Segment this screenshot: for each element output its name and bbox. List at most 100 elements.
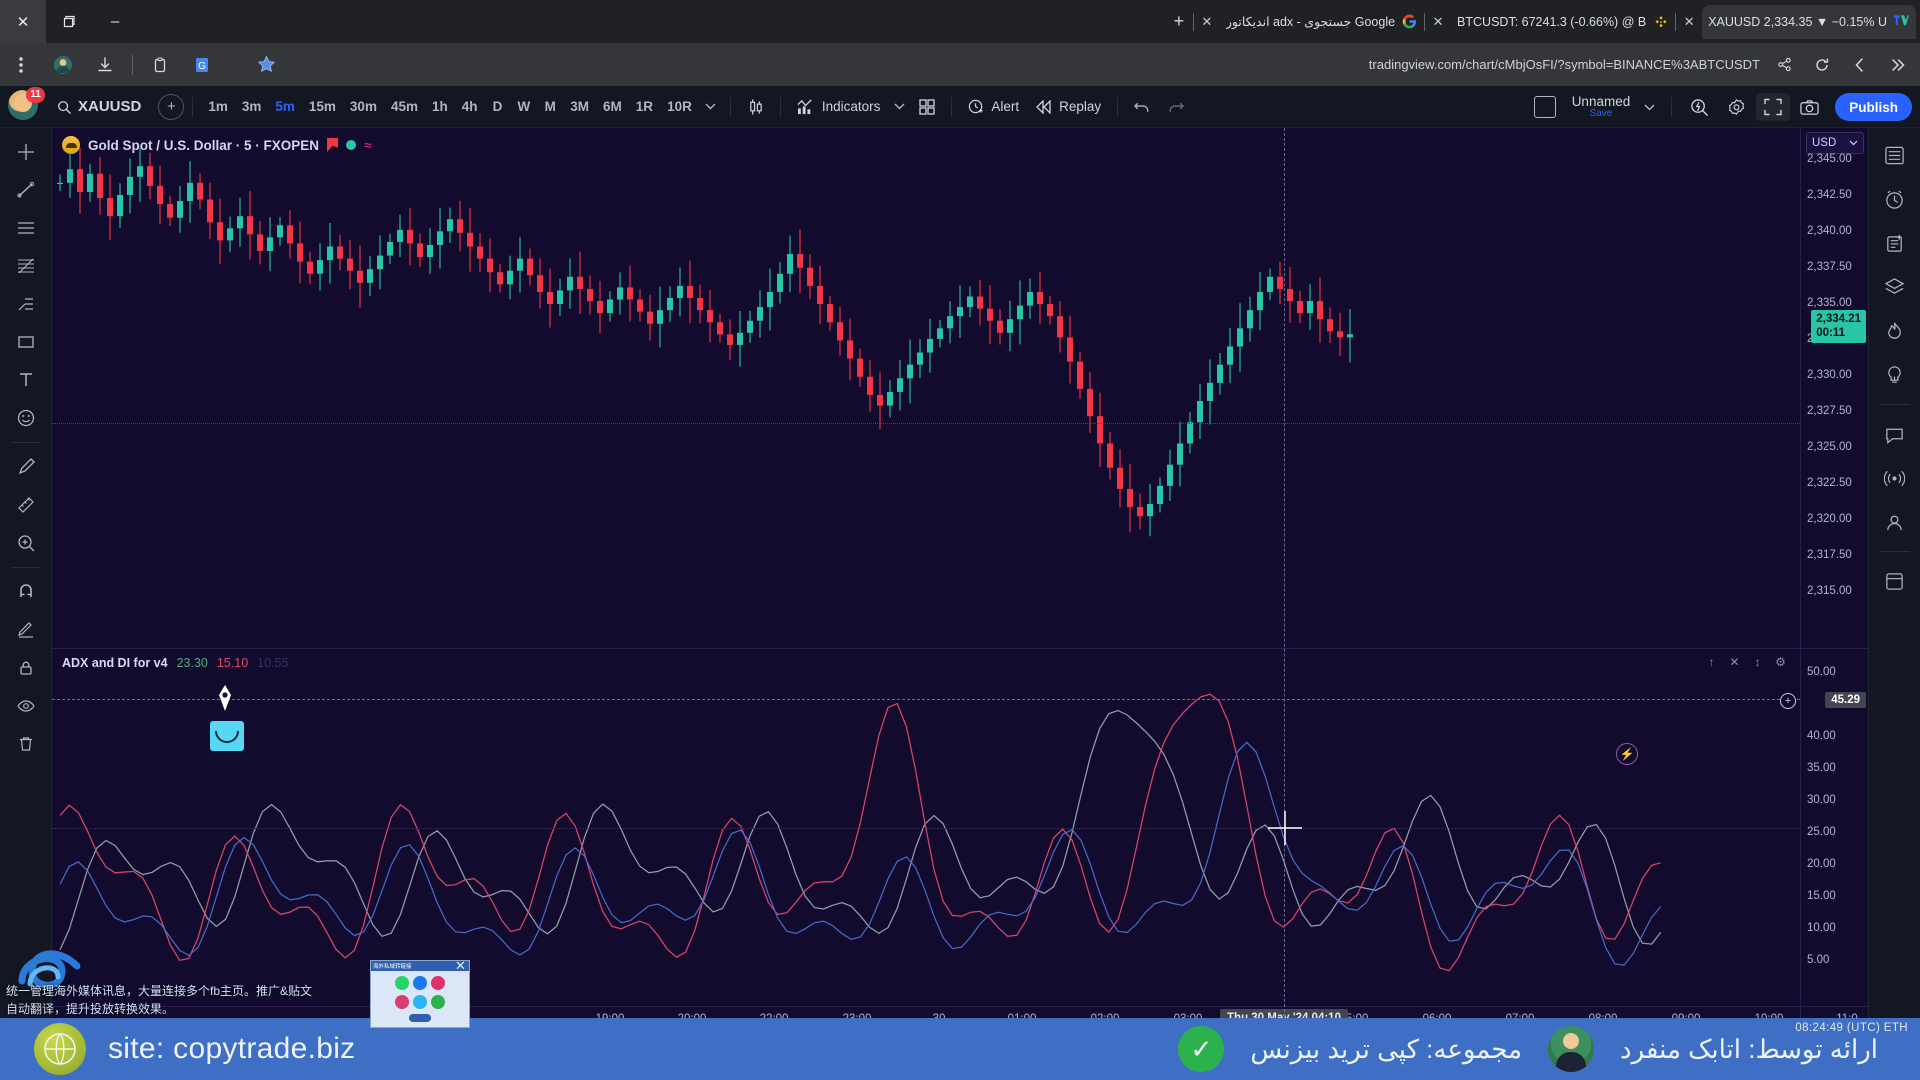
drawing-mode-icon[interactable]	[6, 612, 46, 648]
google-docs-icon[interactable]: G	[185, 48, 219, 82]
chat-icon[interactable]	[1875, 415, 1915, 453]
timeframe-30m[interactable]: 30m	[343, 93, 384, 121]
pen-drawing-marker[interactable]	[212, 683, 238, 713]
lock-icon[interactable]	[6, 650, 46, 686]
profile-icon[interactable]	[46, 48, 80, 82]
promo-popup-close[interactable]: ✕	[455, 958, 466, 974]
user-avatar[interactable]: 11	[8, 86, 45, 124]
download-icon[interactable]	[88, 48, 122, 82]
publish-button[interactable]: Publish	[1835, 93, 1912, 121]
timeframe-6M[interactable]: 6M	[596, 93, 629, 121]
timeframe-d[interactable]: D	[485, 93, 511, 121]
undo-button[interactable]	[1126, 93, 1159, 121]
trash-icon[interactable]	[6, 726, 46, 762]
timeframe-1R[interactable]: 1R	[629, 93, 660, 121]
watchlist-icon[interactable]	[1875, 136, 1915, 174]
timeframe-4h[interactable]: 4h	[455, 93, 485, 121]
menu-dots-icon[interactable]	[4, 48, 38, 82]
omnibox[interactable]: tradingview.com/chart/cMbjOsFI/?symbol=B…	[1369, 49, 1912, 80]
layout-square-button[interactable]	[1526, 93, 1564, 121]
tab-close-button[interactable]: ✕	[1676, 9, 1702, 35]
current-price-badge[interactable]: 2,334.21 00:11	[1811, 310, 1866, 343]
timeframe-3m[interactable]: 3m	[235, 93, 269, 121]
hide-drawings-icon[interactable]	[6, 688, 46, 724]
replay-button[interactable]: Replay	[1027, 93, 1109, 121]
line-icon[interactable]	[431, 995, 445, 1009]
fib-tools-icon[interactable]	[6, 248, 46, 284]
fullscreen-button[interactable]	[1756, 93, 1791, 121]
add-symbol-button[interactable]: +	[158, 93, 185, 120]
crosshair-icon[interactable]	[6, 134, 46, 170]
promo-cta-button[interactable]	[409, 1014, 431, 1022]
telegram-icon[interactable]	[413, 995, 427, 1009]
settings-button[interactable]	[1719, 93, 1754, 121]
window-close-button[interactable]: ✕	[0, 0, 46, 43]
browser-tab[interactable]: BTCUSDT: 67241.3 (-0.66%) @ B	[1451, 5, 1675, 39]
chart-legend[interactable]: Gold Spot / U.S. Dollar · 5 · FXOPEN ≈	[62, 136, 372, 154]
indicator-legend[interactable]: ADX and DI for v4 23.30 15.10 10.55	[62, 656, 288, 670]
hotlist-icon[interactable]	[1875, 268, 1915, 306]
share-icon[interactable]	[1770, 51, 1798, 79]
adx-crosshair-badge[interactable]: 45.29	[1825, 692, 1866, 708]
new-tab-button[interactable]: +	[1165, 8, 1193, 36]
flash-indicator-icon[interactable]: ⚡	[1616, 743, 1638, 765]
text-icon[interactable]	[6, 362, 46, 398]
layout-save-label[interactable]: Save	[1590, 108, 1613, 120]
timeframe-3M[interactable]: 3M	[563, 93, 596, 121]
series-settings-icon[interactable]: ≈	[364, 137, 372, 153]
measure-icon[interactable]	[6, 487, 46, 523]
brush-rectangle-icon[interactable]	[6, 324, 46, 360]
remove-icon[interactable]: ✕	[1725, 652, 1744, 671]
currency-selector[interactable]: USD	[1806, 132, 1864, 154]
panel-divider[interactable]	[52, 648, 1868, 649]
chevron-down-icon[interactable]	[888, 93, 911, 121]
object-tree-icon[interactable]	[1875, 562, 1915, 600]
reload-icon[interactable]	[1808, 51, 1836, 79]
timeframe-10R[interactable]: 10R	[660, 93, 699, 121]
browser-tab[interactable]: اندیکاتور adx - جستجوی Google	[1220, 5, 1424, 39]
clipboard-icon[interactable]	[143, 48, 177, 82]
alert-button[interactable]: Alert	[960, 93, 1027, 121]
facebook-icon[interactable]	[413, 976, 427, 990]
emoji-icon[interactable]	[6, 400, 46, 436]
broker-icon[interactable]	[1875, 503, 1915, 541]
move-up-icon[interactable]: ↑	[1702, 652, 1721, 671]
curve-drawing-marker[interactable]	[210, 721, 244, 751]
broadcast-icon[interactable]	[1875, 459, 1915, 497]
symbol-search-button[interactable]: XAUUSD	[48, 92, 150, 122]
templates-button[interactable]	[911, 93, 943, 121]
chart-type-button[interactable]	[739, 93, 772, 121]
chevron-down-icon[interactable]	[1638, 93, 1661, 121]
instagram-icon[interactable]	[431, 976, 445, 990]
collapse-icon[interactable]: ↕	[1748, 652, 1767, 671]
data-window-icon[interactable]	[1875, 224, 1915, 262]
notes-icon[interactable]	[1875, 356, 1915, 394]
bookmark-star-icon[interactable]	[249, 48, 283, 82]
timeframe-15m[interactable]: 15m	[302, 93, 343, 121]
timeframe-1h[interactable]: 1h	[425, 93, 455, 121]
redo-button[interactable]	[1159, 93, 1192, 121]
calendar-ideas-icon[interactable]	[1875, 312, 1915, 350]
trend-line-icon[interactable]	[6, 172, 46, 208]
timeframe-1m[interactable]: 1m	[201, 93, 235, 121]
settings-icon[interactable]: ⚙	[1771, 652, 1790, 671]
indicators-button[interactable]: Indicators	[789, 93, 889, 121]
timeframe-5m[interactable]: 5m	[268, 93, 302, 121]
notification-badge[interactable]: 11	[26, 86, 45, 103]
tab-close-button[interactable]: ✕	[1194, 9, 1220, 35]
quick-search-button[interactable]	[1682, 93, 1717, 121]
browser-tab-active[interactable]: XAUUSD 2,334.35 ▼ −0.15% U	[1702, 4, 1916, 39]
timeframe-m[interactable]: M	[537, 93, 563, 121]
zoom-in-icon[interactable]	[6, 525, 46, 561]
back-icon[interactable]	[1846, 51, 1874, 79]
instagram2-icon[interactable]	[395, 995, 409, 1009]
window-minimize-button[interactable]: –	[92, 0, 138, 43]
alerts-clock-icon[interactable]	[1875, 180, 1915, 218]
price-axis[interactable]: USD 2,345.00 2,342.50 2,340.00 2,337.50 …	[1800, 128, 1868, 1032]
pencil-ruler-icon[interactable]	[6, 449, 46, 485]
snapshot-button[interactable]	[1792, 93, 1827, 121]
whatsapp-icon[interactable]	[395, 976, 409, 990]
window-restore-button[interactable]	[46, 0, 92, 43]
timeframe-w[interactable]: W	[511, 93, 538, 121]
magnet-icon[interactable]	[6, 574, 46, 610]
